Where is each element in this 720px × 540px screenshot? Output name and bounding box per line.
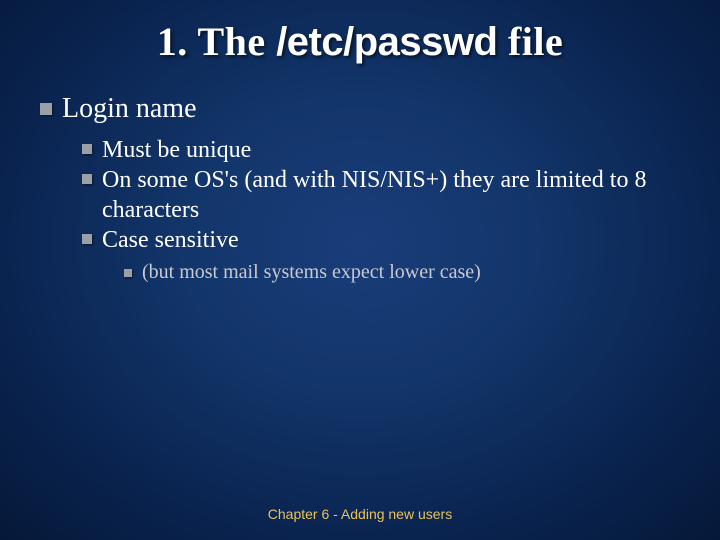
title-suffix: file [497, 19, 563, 64]
bullet-lvl2-text: Case sensitive [102, 225, 239, 255]
bullet-lvl2-text: On some OS's (and with NIS/NIS+) they ar… [102, 165, 680, 225]
slide: 1. The /etc/passwd file Login name Must … [0, 0, 720, 540]
bullet-lvl2: Case sensitive [82, 225, 680, 255]
bullet-lvl2-text: Must be unique [102, 135, 251, 165]
bullet-lvl3-text: (but most mail systems expect lower case… [142, 261, 481, 284]
bullet-icon [124, 269, 132, 277]
bullet-icon [82, 144, 92, 154]
bullet-lvl2: On some OS's (and with NIS/NIS+) they ar… [82, 165, 680, 225]
slide-title: 1. The /etc/passwd file [40, 18, 680, 65]
bullet-lvl1-text: Login name [62, 93, 197, 125]
bullet-lvl3: (but most mail systems expect lower case… [124, 261, 680, 284]
slide-footer: Chapter 6 - Adding new users [0, 506, 720, 522]
bullet-lvl1: Login name [40, 93, 680, 125]
title-prefix: 1. The [157, 19, 276, 64]
bullet-icon [40, 103, 52, 115]
bullet-icon [82, 234, 92, 244]
bullet-icon [82, 174, 92, 184]
bullet-lvl2: Must be unique [82, 135, 680, 165]
title-mono: /etc/passwd [276, 20, 497, 64]
